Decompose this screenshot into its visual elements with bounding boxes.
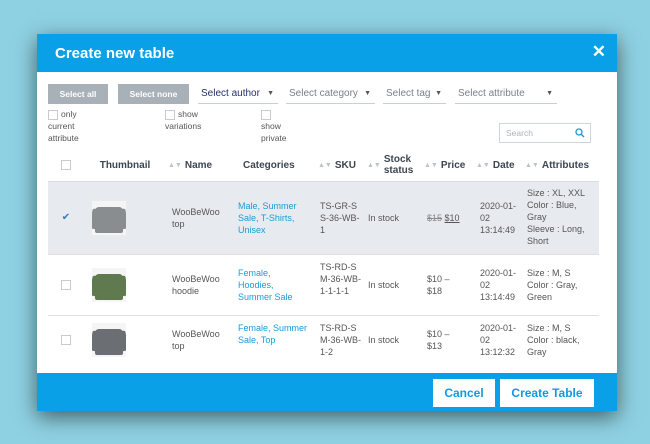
create-table-button[interactable]: Create Table <box>500 379 594 407</box>
product-attributes: Size : M, S Color : Gray, Green <box>527 268 578 302</box>
tag-select[interactable]: Select tag ▼ <box>383 84 446 104</box>
product-date: 2020-01-02 13:14:49 <box>480 268 517 302</box>
column-sku-label: SKU <box>334 159 356 171</box>
stock-status: In stock <box>368 335 400 345</box>
close-icon[interactable]: ✕ <box>592 43 606 60</box>
modal-footer: Cancel Create Table <box>37 373 617 411</box>
sort-icon: ▲▼ <box>168 161 182 169</box>
chevron-down-icon: ▼ <box>546 90 553 97</box>
search-placeholder: Search <box>506 128 533 138</box>
sort-icon: ▲▼ <box>367 161 381 169</box>
shirt-image <box>95 329 123 355</box>
chevron-down-icon: ▼ <box>364 90 371 97</box>
product-date: 2020-01-02 13:14:49 <box>480 201 517 235</box>
search-icon <box>575 128 585 138</box>
attribute-select[interactable]: Select attribute ▼ <box>455 84 557 104</box>
sort-icon: ▲▼ <box>525 161 539 169</box>
product-attributes: Size : XL, XXL Color : Blue, Gray Sleeve… <box>527 188 586 246</box>
price-new: $10 <box>444 213 460 223</box>
chevron-down-icon: ▼ <box>267 90 274 97</box>
column-price-label: Price <box>440 159 466 171</box>
attribute-select-label: Select attribute <box>458 88 525 99</box>
product-thumbnail <box>92 268 126 302</box>
column-thumbnail: Thumbnail <box>99 159 151 171</box>
category-select[interactable]: Select category ▼ <box>286 84 375 104</box>
product-name: WooBeWoo hoodie <box>172 274 220 296</box>
product-categories[interactable]: Female, Summer Sale, Top <box>238 322 308 346</box>
column-stock-status-label: Stock status <box>383 154 414 176</box>
show-private-label: show private <box>261 121 287 143</box>
product-name: WooBeWoo top <box>172 329 220 351</box>
checkbox[interactable] <box>261 109 271 120</box>
column-attributes[interactable]: ▲▼ Attributes <box>525 148 597 182</box>
select-none-button[interactable]: Select none <box>118 84 189 104</box>
checkbox[interactable] <box>48 109 58 120</box>
check-icon[interactable]: ✔ <box>61 213 71 223</box>
modal-header: Create new table ✕ <box>37 34 617 72</box>
product-categories[interactable]: Male, Summer Sale, T-Shirts, Unisex <box>238 200 308 236</box>
product-price: $10 – $13 <box>427 329 450 351</box>
product-sku: TS-RD-SM-36-WB-1-1-1-1 <box>320 262 361 296</box>
hoodie-image <box>95 274 123 300</box>
show-private-option[interactable]: show private <box>261 108 287 144</box>
table-header: Thumbnail ▲▼ Name Categories ▲▼ SKU ▲▼ Stoc… <box>48 148 599 182</box>
sort-icon: ▲▼ <box>424 161 438 169</box>
category-select-label: Select category <box>289 88 358 99</box>
shirt-image <box>95 207 123 233</box>
tag-select-label: Select tag <box>386 88 431 99</box>
table-row[interactable]: WooBeWoo hoodie Female, Hoodies, Summer … <box>48 255 599 316</box>
product-name: WooBeWoo top <box>172 207 220 229</box>
product-attributes: Size : M, S Color : black, Gray <box>527 323 580 357</box>
stock-status: In stock <box>368 280 400 290</box>
modal-title: Create new table <box>55 45 175 62</box>
select-all-button[interactable]: Select all <box>48 84 108 104</box>
price-old: $15 <box>427 213 443 223</box>
only-current-attribute-option[interactable]: only current attribute <box>48 108 79 144</box>
column-name[interactable]: ▲▼ Name <box>168 148 228 182</box>
product-thumbnail <box>92 323 126 357</box>
row-checkbox[interactable] <box>61 280 71 290</box>
search-input[interactable]: Search <box>499 123 591 143</box>
product-thumbnail <box>92 201 126 235</box>
show-variations-option[interactable]: show variations <box>165 108 201 132</box>
column-date-label: Date <box>492 159 515 171</box>
author-select[interactable]: Select author ▼ <box>198 84 278 104</box>
sort-icon: ▲▼ <box>476 161 490 169</box>
column-stock-status[interactable]: ▲▼ Stock status <box>367 148 417 182</box>
column-date[interactable]: ▲▼ Date <box>476 148 521 182</box>
select-all-checkbox[interactable] <box>61 160 71 170</box>
column-sku[interactable]: ▲▼ SKU <box>318 148 363 182</box>
product-sku: TS-GR-SS-36-WB-1 <box>320 201 360 235</box>
create-table-modal: Create new table ✕ Select all Select non… <box>37 34 617 411</box>
table-row[interactable]: ✔ WooBeWoo top Male, Summer Sale, T-Shir… <box>48 182 599 255</box>
product-categories[interactable]: Female, Hoodies, Summer Sale <box>238 267 308 303</box>
column-price[interactable]: ▲▼ Price <box>424 148 474 182</box>
column-name-label: Name <box>184 159 213 171</box>
product-price: $15 $10 <box>427 212 460 224</box>
product-date: 2020-01-02 13:12:32 <box>480 323 517 357</box>
author-select-label: Select author <box>201 88 260 99</box>
checkbox[interactable] <box>165 109 175 120</box>
product-price: $10 – $18 <box>427 274 450 296</box>
column-attributes-label: Attributes <box>541 159 590 171</box>
product-sku: TS-RD-SM-36-WB-1-2 <box>320 323 361 357</box>
sort-icon: ▲▼ <box>318 161 332 169</box>
stock-status: In stock <box>368 213 400 223</box>
table-row[interactable]: WooBeWoo top Female, Summer Sale, Top TS… <box>48 316 599 366</box>
cancel-button[interactable]: Cancel <box>433 379 495 407</box>
row-checkbox[interactable] <box>61 335 71 345</box>
column-categories: Categories <box>243 159 295 171</box>
chevron-down-icon: ▼ <box>435 90 442 97</box>
